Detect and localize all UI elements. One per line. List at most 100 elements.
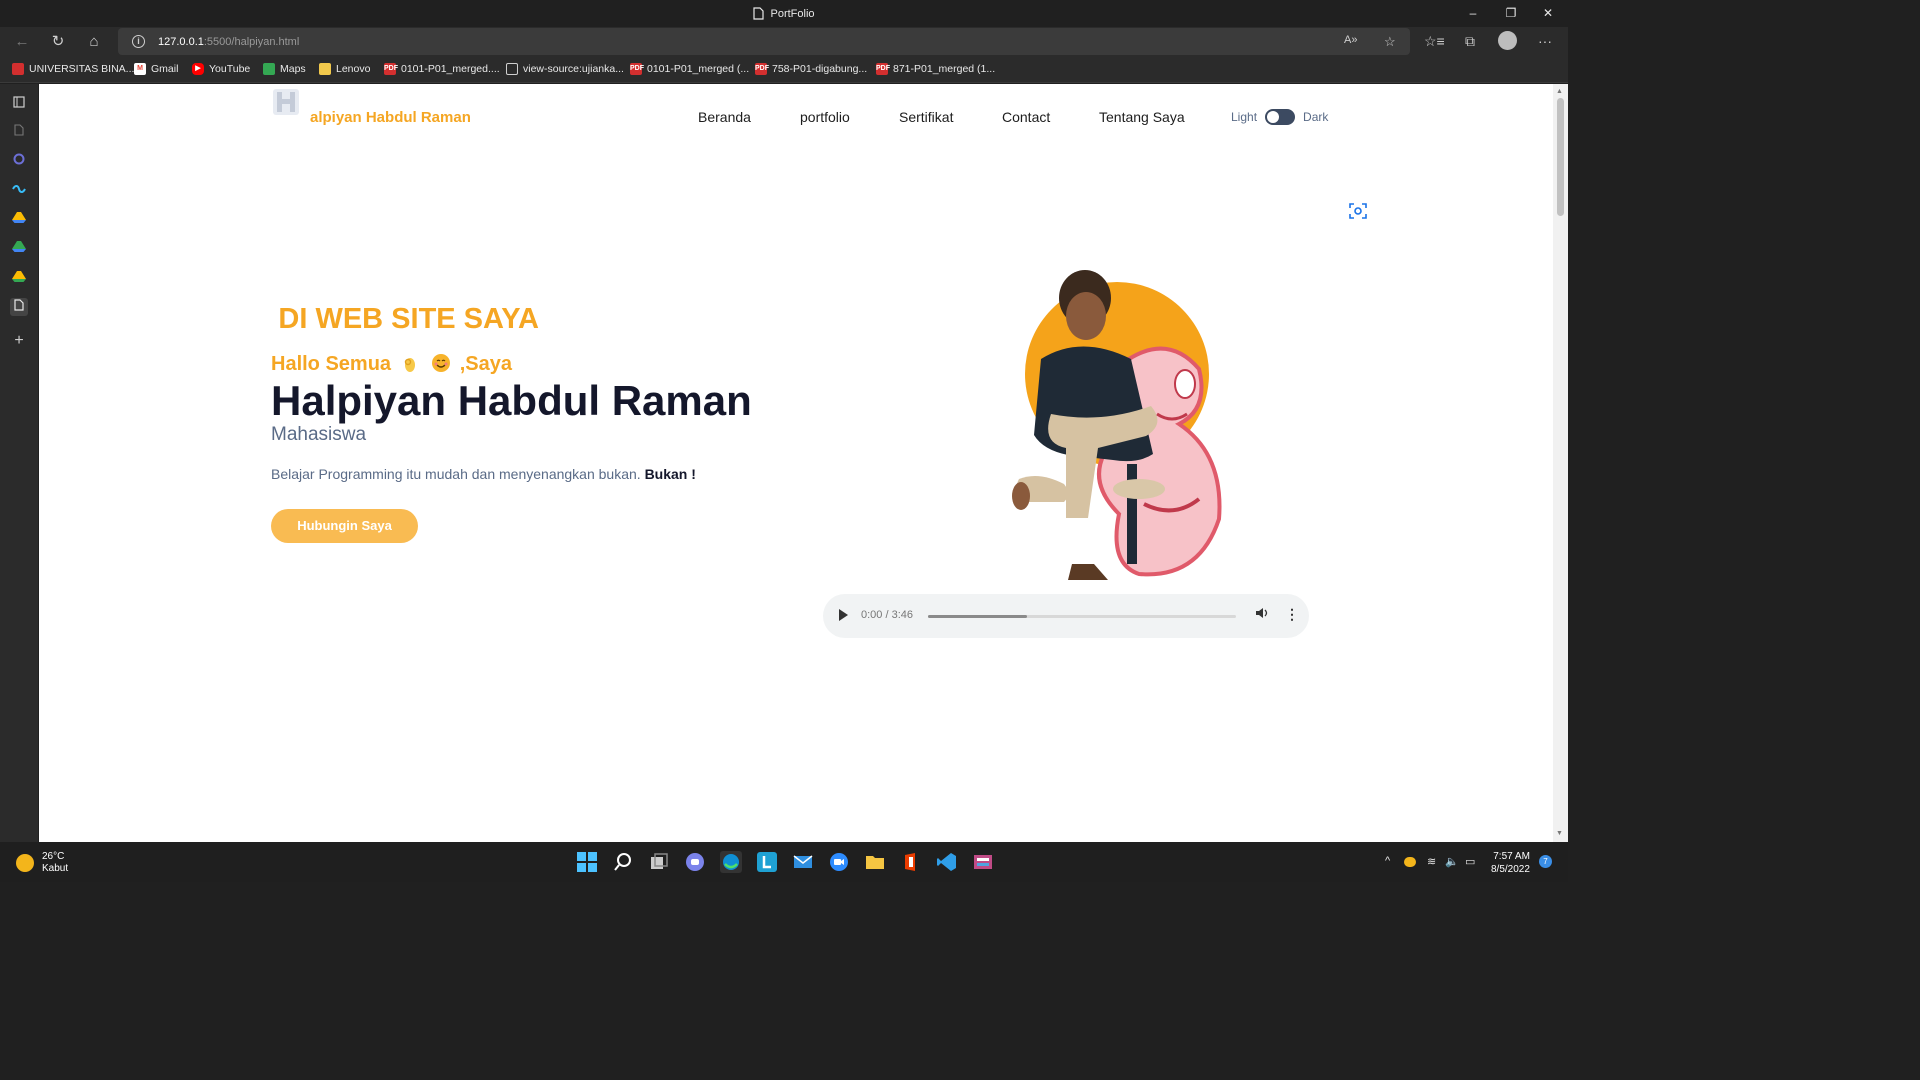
nav-link-portfolio[interactable]: portfolio: [800, 109, 850, 125]
bookmark-label: Gmail: [151, 63, 179, 75]
vertical-tab-drive-icon[interactable]: [10, 269, 28, 287]
vertical-tab-page-icon[interactable]: [10, 123, 28, 141]
bookmarks-bar: UNIVERSITAS BINA... M Gmail ▶ YouTube Maps…: [0, 57, 1568, 83]
nav-link-sertifikat[interactable]: Sertifikat: [899, 109, 953, 125]
pdf-icon: PDF: [630, 63, 644, 75]
weather-condition: Kabut: [42, 863, 69, 874]
menu-icon[interactable]: ···: [1535, 33, 1555, 49]
notification-badge[interactable]: 7: [1539, 855, 1552, 868]
bookmark-item[interactable]: Maps: [263, 63, 306, 75]
site-brand[interactable]: alpiyan Habdul Raman: [310, 109, 471, 126]
battery-icon[interactable]: ▭: [1465, 855, 1475, 868]
read-aloud-icon[interactable]: A»: [1344, 34, 1357, 46]
address-bar[interactable]: i 127.0.0.1:5500/halpiyan.html A» ☆: [118, 28, 1410, 55]
bookmark-item[interactable]: view-source:ujianka...: [506, 63, 624, 75]
restore-button[interactable]: ❐: [1496, 4, 1526, 22]
hero-description: Belajar Programming itu mudah dan menyen…: [271, 466, 696, 482]
bookmark-label: view-source:ujianka...: [523, 63, 624, 75]
description-bold: Bukan !: [644, 466, 696, 482]
mail-icon[interactable]: [792, 851, 814, 873]
bookmark-item[interactable]: PDF 0101-P01_merged....: [384, 63, 500, 75]
clock[interactable]: 7:57 AM 8/5/2022: [1491, 850, 1530, 876]
collections-icon[interactable]: ⧉: [1460, 33, 1480, 50]
play-icon[interactable]: [839, 609, 848, 621]
add-favorite-icon[interactable]: ☆: [1384, 34, 1396, 50]
volume-icon[interactable]: [1255, 607, 1269, 622]
new-tab-plus-icon[interactable]: +: [10, 332, 28, 350]
close-button[interactable]: ✕: [1533, 4, 1563, 22]
search-icon[interactable]: [612, 851, 634, 873]
nav-link-contact[interactable]: Contact: [1002, 109, 1050, 125]
browser-toolbar: ← ↻ ⌂ i 127.0.0.1:5500/halpiyan.html A» …: [0, 27, 1568, 57]
window-title: PortFolio: [0, 7, 1568, 20]
scroll-down-arrow-icon[interactable]: ▼: [1556, 830, 1563, 837]
home-icon[interactable]: ⌂: [83, 32, 105, 52]
favorites-icon[interactable]: ☆≡: [1424, 33, 1445, 50]
toggle-knob: [1267, 111, 1280, 123]
browser-sidebar: +: [0, 84, 38, 842]
windows-taskbar: 26°C Kabut ^ ≋ 🔈 ▭ 7:57 AM 8/5/2022 7: [0, 842, 1568, 882]
site-info-icon[interactable]: i: [132, 35, 145, 48]
bookmark-item[interactable]: Lenovo: [319, 63, 370, 75]
teams-chat-icon[interactable]: [684, 851, 706, 873]
maps-icon: [263, 63, 275, 75]
folder-icon: [319, 63, 331, 75]
page-viewport: alpiyan Habdul Raman Beranda portfolio S…: [39, 84, 1553, 842]
office-icon[interactable]: [900, 851, 922, 873]
bookmark-item[interactable]: UNIVERSITAS BINA...: [12, 63, 134, 75]
vertical-tab-drive-icon[interactable]: [10, 239, 28, 257]
more-options-icon[interactable]: ⋮: [1285, 606, 1299, 623]
profile-avatar[interactable]: [1498, 31, 1517, 50]
app-grid-icon[interactable]: [972, 851, 994, 873]
scroll-up-arrow-icon[interactable]: ▲: [1556, 88, 1563, 95]
tray-overflow-chevron-icon[interactable]: ^: [1385, 855, 1390, 867]
bookmark-label: Maps: [280, 63, 306, 75]
task-view-icon[interactable]: [648, 851, 670, 873]
audio-seek-bar[interactable]: [928, 615, 1236, 618]
contact-me-button[interactable]: Hubungin Saya: [271, 509, 418, 543]
volume-tray-icon[interactable]: 🔈: [1445, 855, 1459, 868]
vertical-tab-tailwind-icon[interactable]: [10, 181, 28, 199]
bookmark-item[interactable]: PDF 758-P01-digabung...: [755, 63, 867, 75]
nav-link-beranda[interactable]: Beranda: [698, 109, 751, 125]
weather-temperature: 26°C: [42, 851, 65, 862]
onedrive-icon[interactable]: [1404, 857, 1416, 867]
bookmark-label: 758-P01-digabung...: [772, 63, 868, 75]
vertical-tab-site-icon[interactable]: [10, 152, 28, 170]
edge-icon[interactable]: [720, 851, 742, 873]
wifi-icon[interactable]: ≋: [1427, 855, 1436, 868]
minimize-button[interactable]: –: [1458, 4, 1488, 22]
reload-icon[interactable]: ↻: [47, 32, 69, 52]
vertical-tab-active-page-icon[interactable]: [10, 298, 28, 316]
file-explorer-icon[interactable]: [864, 851, 886, 873]
nav-link-tentang-saya[interactable]: Tentang Saya: [1099, 109, 1185, 125]
start-icon[interactable]: [576, 851, 598, 873]
lexicon-app-icon[interactable]: [756, 851, 778, 873]
clock-date: 8/5/2022: [1491, 864, 1530, 875]
hero-portrait-image: [1012, 270, 1222, 580]
site-logo-icon[interactable]: [271, 87, 301, 117]
page-icon: [506, 63, 518, 75]
page-scrollbar[interactable]: ▲ ▼: [1553, 84, 1568, 842]
theme-toggle-switch[interactable]: [1265, 109, 1296, 125]
bookmark-item[interactable]: ▶ YouTube: [192, 63, 250, 75]
vscode-icon[interactable]: [936, 851, 958, 873]
bookmark-item[interactable]: M Gmail: [134, 63, 178, 75]
bookmark-item[interactable]: PDF 871-P01_merged (1...: [876, 63, 995, 75]
weather-widget[interactable]: 26°C Kabut: [16, 851, 68, 875]
screenshot-scan-icon[interactable]: [1349, 202, 1367, 220]
tab-actions-icon[interactable]: [10, 95, 28, 113]
bookmark-label: Lenovo: [336, 63, 371, 75]
bookmark-label: 0101-P01_merged....: [401, 63, 500, 75]
bookmark-label: 871-P01_merged (1...: [893, 63, 996, 75]
bookmark-item[interactable]: PDF 0101-P01_merged (...: [630, 63, 749, 75]
url-text[interactable]: 127.0.0.1:5500/halpiyan.html: [158, 36, 299, 48]
back-icon[interactable]: ←: [11, 32, 33, 52]
pdf-icon: PDF: [755, 63, 769, 75]
scrollbar-thumb[interactable]: [1557, 98, 1564, 216]
zoom-icon[interactable]: [828, 851, 850, 873]
url-path: :5500/halpiyan.html: [203, 36, 300, 48]
vertical-tab-drive-icon[interactable]: [10, 210, 28, 228]
welcome-marquee: S DI WEB SITE SAYA: [271, 303, 601, 341]
theme-dark-label: Dark: [1303, 110, 1329, 124]
